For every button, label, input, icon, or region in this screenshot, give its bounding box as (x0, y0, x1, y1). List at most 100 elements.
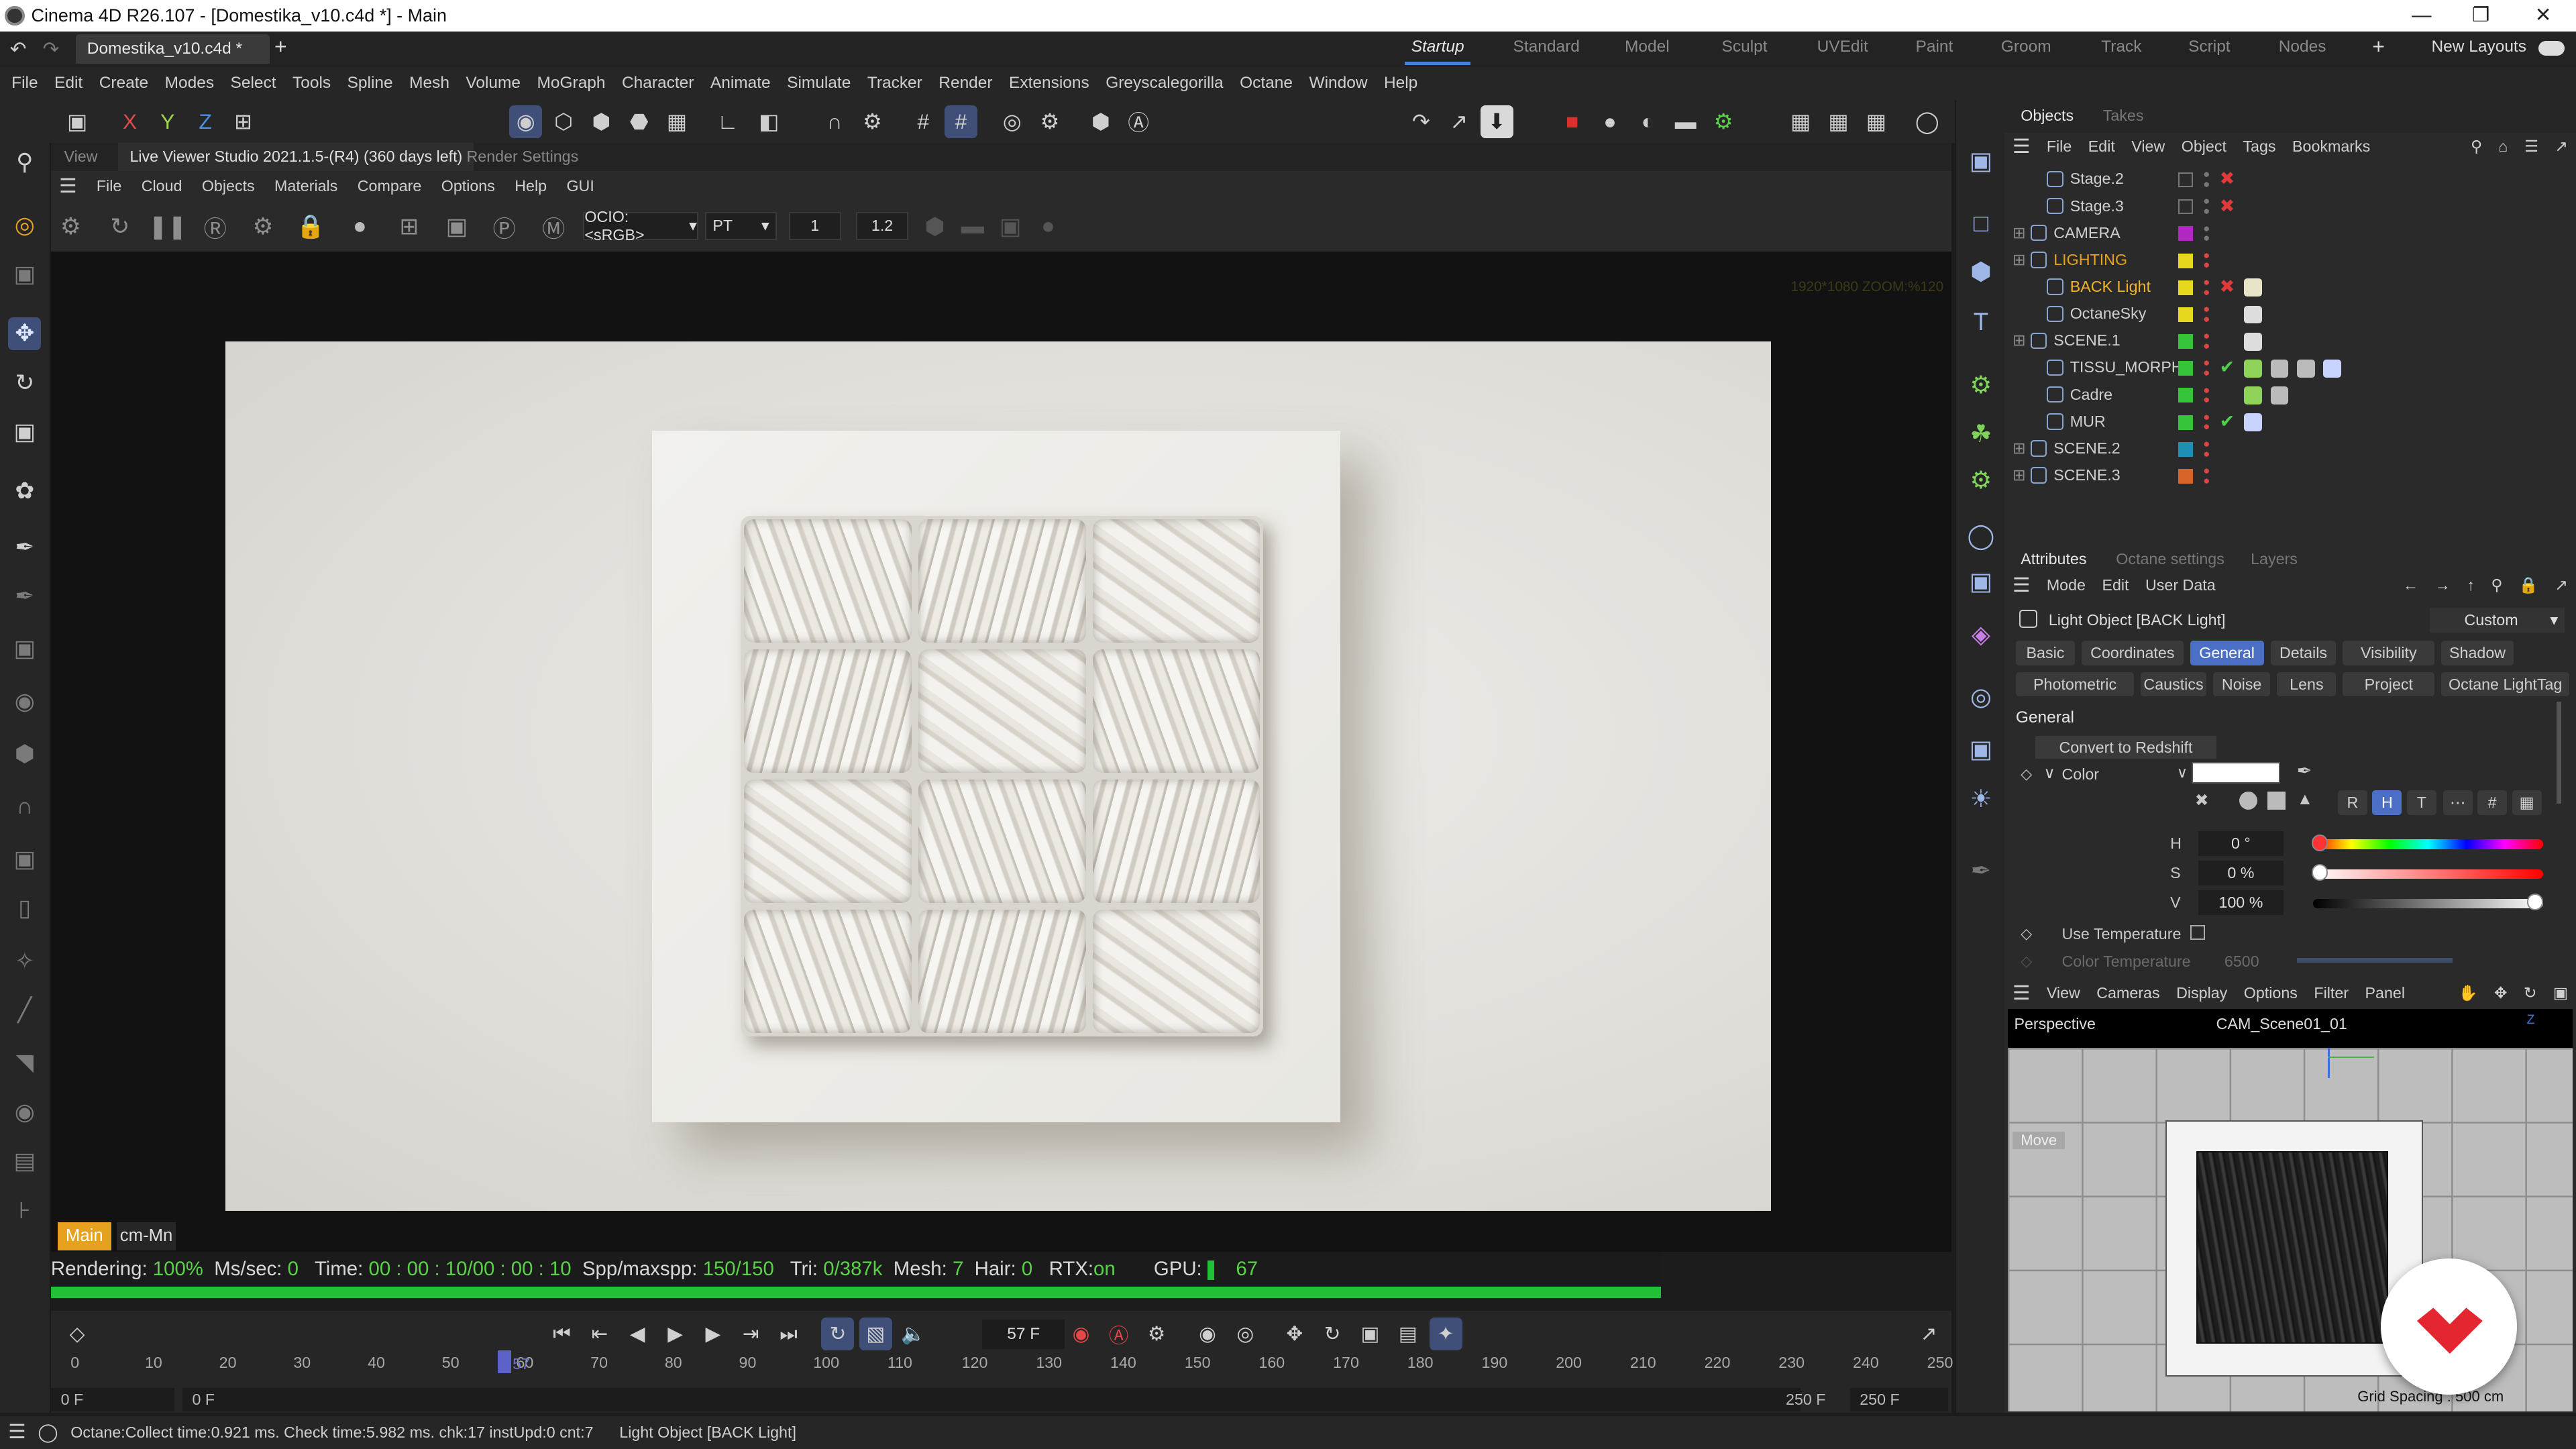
visibility-dots[interactable]: ● ● (2203, 222, 2210, 244)
menu-create[interactable]: Create (91, 67, 156, 100)
visibility-dots[interactable]: ● ● (2203, 276, 2210, 297)
focus-picker-icon[interactable]: Ⓟ (488, 210, 521, 243)
use-temperature-checkbox[interactable] (2190, 924, 2205, 940)
object-name[interactable]: OctaneSky (2070, 301, 2147, 327)
hue-knob[interactable] (2311, 835, 2328, 851)
menu-animate[interactable]: Animate (702, 67, 779, 100)
tag-icon[interactable] (2296, 359, 2315, 378)
objects-menu-object[interactable]: Object (2174, 133, 2235, 161)
menu-tools[interactable]: Tools (284, 67, 339, 100)
perspective-menu-filter[interactable]: Filter (2306, 979, 2357, 1008)
cube-object-icon[interactable]: ⬢ (1963, 253, 1999, 289)
octane-material-icon[interactable]: ● (1594, 105, 1627, 138)
color-expand-icon[interactable]: ∨ (2044, 764, 2055, 782)
axis-z-button[interactable]: Z (189, 105, 222, 138)
tag-icon[interactable] (2244, 305, 2263, 324)
tab-attributes[interactable]: Attributes (2021, 550, 2086, 568)
range-icon[interactable]: ▧ (859, 1318, 892, 1351)
saturation-knob[interactable] (2311, 864, 2328, 881)
layer-color-swatch[interactable] (2178, 468, 2194, 484)
history-icon[interactable]: ◯ (1911, 105, 1943, 138)
attr-tab-basic[interactable]: Basic (2015, 641, 2076, 665)
deformer-icon[interactable]: ▣ (8, 843, 41, 875)
mode-dots-button[interactable]: ⋯ (2443, 790, 2473, 815)
ocio-select[interactable]: OCIO:<sRGB> ▾ (583, 208, 698, 244)
object-name[interactable]: SCENE.3 (2053, 462, 2121, 488)
deformer-object-icon[interactable]: ◯ (1963, 517, 1999, 553)
circle-icon[interactable]: ● (1032, 210, 1065, 243)
objects-menu-view[interactable]: View (2123, 133, 2173, 161)
camera-object-icon[interactable]: ▣ (1963, 731, 1999, 767)
sculpt-icon[interactable]: ▤ (8, 1145, 41, 1178)
swap-icon[interactable]: ✖ (2195, 790, 2209, 810)
axis-mode-icon[interactable]: ∟ (711, 105, 744, 138)
convert-to-redshift-button[interactable]: Convert to Redshift (2035, 736, 2216, 759)
current-frame-field[interactable]: 57 F (982, 1319, 1065, 1349)
autokey-icon[interactable]: Ⓐ (1102, 1318, 1135, 1350)
object-name[interactable]: CAMERA (2053, 220, 2120, 246)
auto-key-icon[interactable]: Ⓐ (1122, 105, 1155, 138)
forward-arrow-icon[interactable]: → (2426, 572, 2459, 600)
tab-octane-settings[interactable]: Octane settings (2116, 550, 2224, 568)
viewer-menu-materials[interactable]: Materials (264, 177, 347, 195)
grid-snap-icon[interactable]: # (907, 105, 940, 138)
record-icon[interactable]: ◉ (1065, 1318, 1097, 1350)
color-dropdown-icon[interactable]: ∨ (2177, 764, 2188, 782)
viewer-menu-help[interactable]: Help (505, 177, 557, 195)
solo-icon[interactable]: ◧ (753, 105, 786, 138)
maximize-view-icon[interactable]: ▣ (2545, 979, 2576, 1008)
viewer-settings-icon[interactable]: ⚙ (246, 210, 279, 243)
edges-mode-icon[interactable]: ⬡ (547, 105, 580, 138)
objects-menu-edit[interactable]: Edit (2080, 133, 2124, 161)
preview-start-field[interactable]: 0 F (182, 1388, 1801, 1411)
menu-mograph[interactable]: MoGraph (529, 67, 613, 100)
cloner-icon[interactable]: ⚙ (1963, 366, 1999, 402)
object-name[interactable]: LIGHTING (2053, 247, 2127, 273)
menu-simulate[interactable]: Simulate (779, 67, 859, 100)
light-object-icon[interactable]: ☀ (1963, 780, 1999, 816)
object-row[interactable]: Cadre ● ● (2004, 382, 2576, 408)
objects-menu-bookmarks[interactable]: Bookmarks (2284, 133, 2379, 161)
tab-takes[interactable]: Takes (2103, 107, 2144, 125)
layout-script[interactable]: Script (2188, 38, 2231, 56)
weight-icon[interactable]: ◉ (8, 1095, 41, 1128)
attributes-scrollbar[interactable] (2556, 701, 2561, 804)
exposure-field[interactable]: 1 (788, 211, 841, 240)
tag-icon[interactable] (2270, 386, 2289, 405)
octane-sky-icon[interactable]: ◐ (1631, 105, 1664, 138)
box-selection-icon[interactable]: ▣ (8, 258, 41, 290)
minimize-icon[interactable]: — (2392, 0, 2451, 32)
move-key-icon[interactable]: ✥ (1278, 1318, 1311, 1350)
layer-color-swatch[interactable] (2178, 172, 2194, 188)
objects-search-icon[interactable]: ⚲ (2463, 133, 2491, 161)
texture-mode-icon[interactable]: ▦ (660, 105, 693, 138)
polygons-mode-icon[interactable]: ⬢ (585, 105, 618, 138)
back-arrow-icon[interactable]: ← (2395, 572, 2427, 600)
live-selection-icon[interactable]: ◎ (8, 209, 41, 241)
add-layout-icon[interactable]: + (2372, 34, 2385, 59)
mode-h-button[interactable]: H (2372, 790, 2402, 815)
new-layouts-button[interactable]: New Layouts (2432, 38, 2526, 56)
next-frame-icon[interactable]: ▶ (696, 1318, 729, 1350)
camera-name[interactable]: CAM_Scene01_01 (2216, 1015, 2347, 1033)
perspective-menu-panel[interactable]: Panel (2357, 979, 2413, 1008)
expand-toggle-icon[interactable]: ⊞ (2012, 327, 2025, 354)
perspective-hamburger-icon[interactable]: ☰ (2004, 979, 2039, 1008)
object-row[interactable]: MUR ● ● ✔ (2004, 409, 2576, 435)
sphere-icon[interactable]: ◉ (8, 685, 41, 718)
visibility-dots[interactable]: ● ● (2203, 357, 2210, 378)
color-wheel-icon[interactable] (2239, 792, 2257, 810)
layout-paint[interactable]: Paint (1916, 38, 1953, 56)
octane-settings-icon[interactable]: ⚙ (1707, 105, 1740, 138)
object-row[interactable]: ⊞ SCENE.2 ● ● (2004, 435, 2576, 462)
menu-help[interactable]: Help (1376, 67, 1426, 100)
render-view-icon[interactable]: ◎ (996, 105, 1028, 138)
layer-color-swatch[interactable] (2178, 226, 2194, 241)
expand-toggle-icon[interactable]: ⊞ (2012, 247, 2025, 273)
perspective-menu-view[interactable]: View (2039, 979, 2088, 1008)
cube-icon[interactable]: ▣ (8, 633, 41, 665)
value-field[interactable]: 100 % (2198, 890, 2284, 916)
pen-icon[interactable]: ✒ (8, 531, 41, 564)
mode-r-button[interactable]: R (2337, 790, 2367, 815)
move-view-icon[interactable]: ✥ (2486, 979, 2516, 1008)
